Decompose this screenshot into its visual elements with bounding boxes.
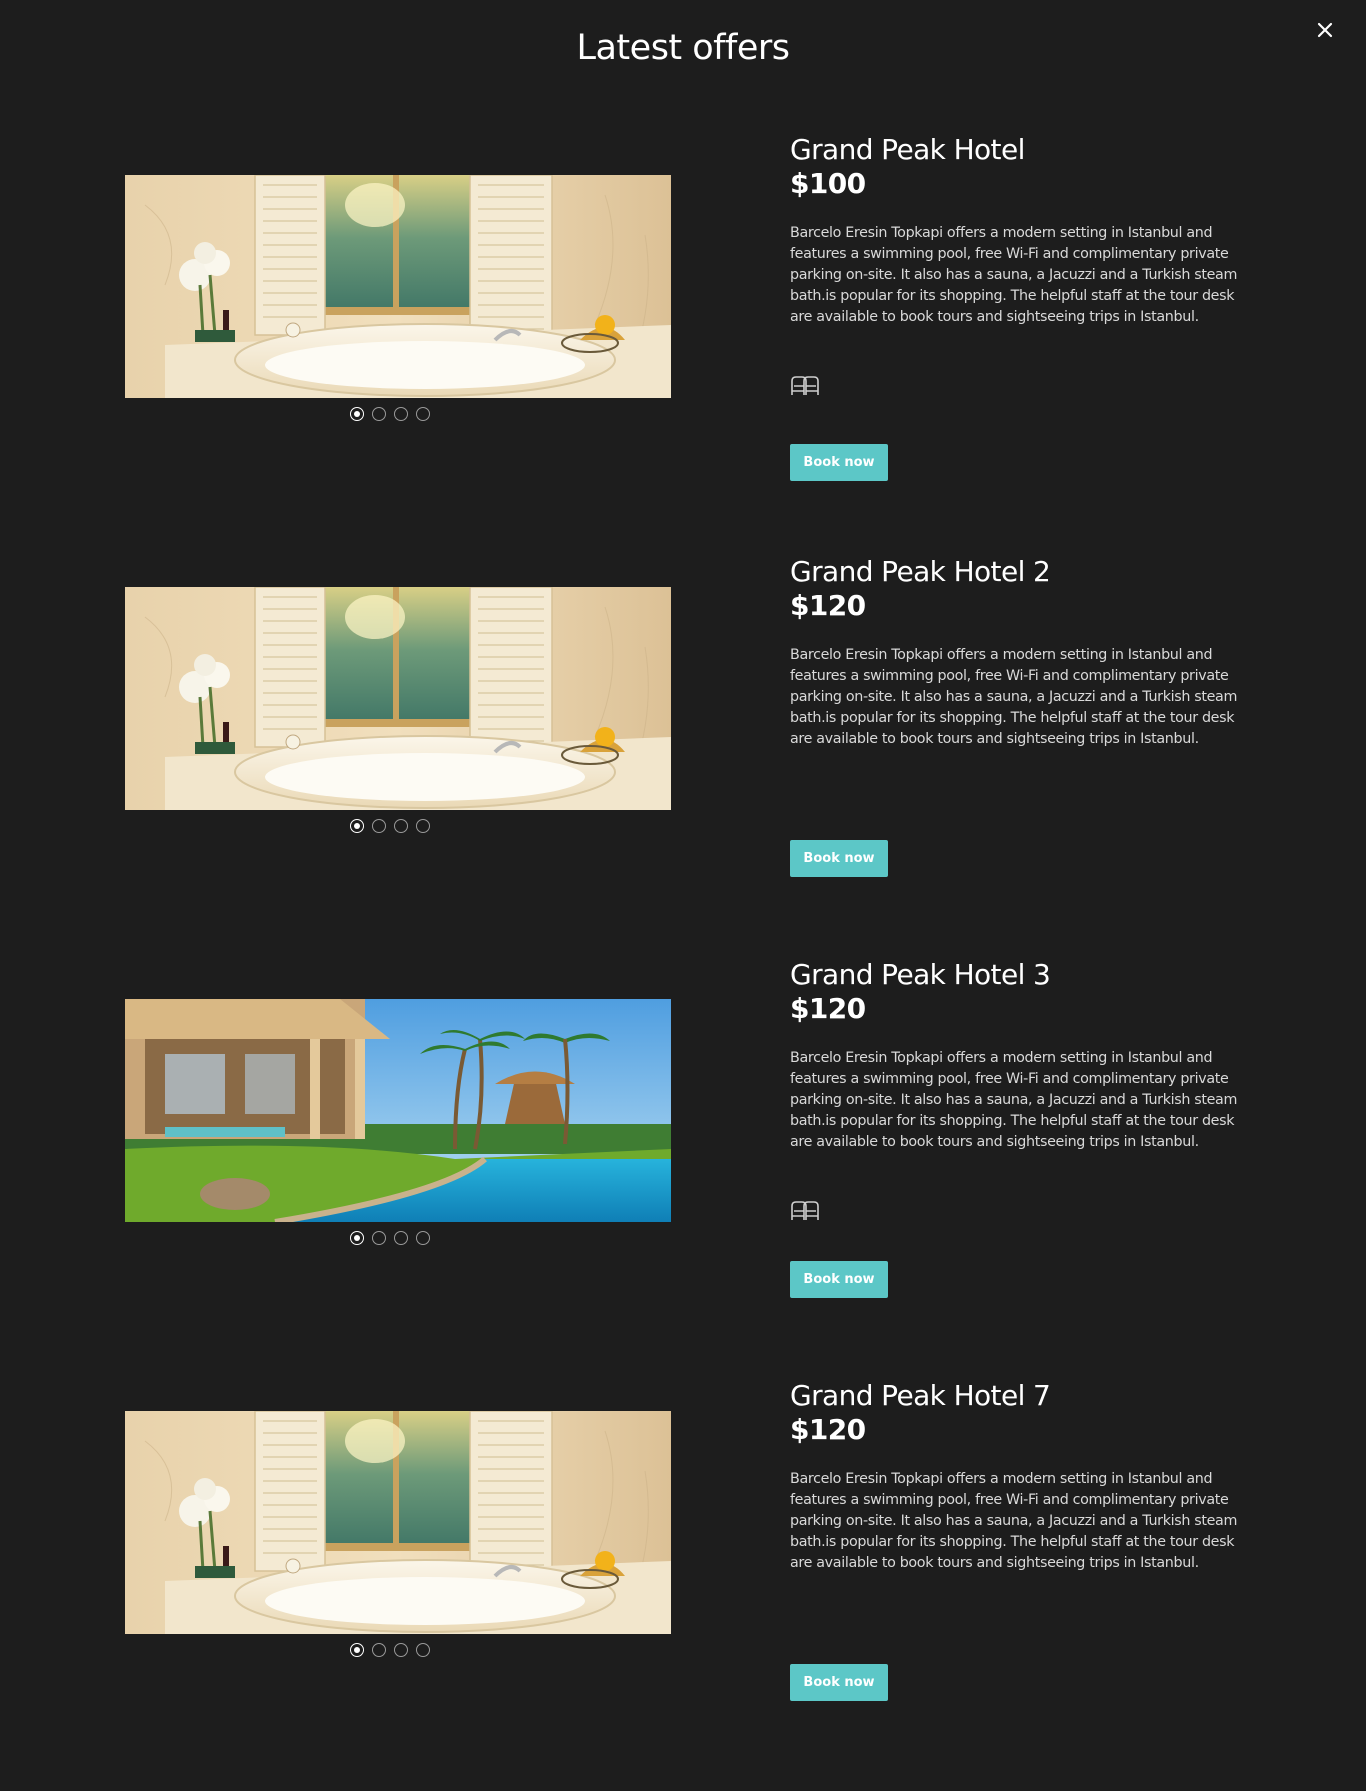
hotel-name: Grand Peak Hotel <box>790 133 1025 166</box>
hotel-description: Barcelo Eresin Topkapi offers a modern s… <box>790 1050 1238 1150</box>
offer-photo-bathroom[interactable] <box>125 587 671 810</box>
page-title: Latest offers <box>576 28 790 68</box>
carousel-dots <box>350 407 430 425</box>
carousel-dots <box>350 819 430 837</box>
carousel-dot[interactable] <box>416 1643 430 1657</box>
offer-photo-bathroom[interactable] <box>125 1411 671 1634</box>
carousel-dot[interactable] <box>350 407 364 421</box>
carousel-dots <box>350 1643 430 1661</box>
twin-beds-icon <box>791 376 819 396</box>
hotel-name: Grand Peak Hotel 3 <box>790 958 1051 991</box>
book-now-button[interactable]: Book now <box>790 1664 888 1701</box>
book-now-button[interactable]: Book now <box>790 840 888 877</box>
hotel-price: $120 <box>790 1413 866 1446</box>
carousel-dot[interactable] <box>394 1231 408 1245</box>
book-now-button[interactable]: Book now <box>790 444 888 481</box>
offer-card: Grand Peak Hotel 7 $120 Barcelo Eresin T… <box>0 1379 1366 1791</box>
carousel-dot[interactable] <box>372 407 386 421</box>
carousel-dot[interactable] <box>350 1643 364 1657</box>
carousel-dot[interactable] <box>416 1231 430 1245</box>
hotel-price: $120 <box>790 992 866 1025</box>
carousel-dot[interactable] <box>372 819 386 833</box>
hotel-price: $100 <box>790 167 866 200</box>
carousel-dot[interactable] <box>372 1231 386 1245</box>
hotel-description: Barcelo Eresin Topkapi offers a modern s… <box>790 647 1238 747</box>
carousel-dot[interactable] <box>350 1231 364 1245</box>
offer-photo-bathroom[interactable] <box>125 175 671 398</box>
carousel-dot[interactable] <box>372 1643 386 1657</box>
offer-photo-villa-pool[interactable] <box>125 999 671 1222</box>
offer-card: Grand Peak Hotel 3 $120 Barcelo Eresin T… <box>0 958 1366 1379</box>
hotel-price: $120 <box>790 589 866 622</box>
twin-beds-icon <box>791 1201 819 1221</box>
carousel-dot[interactable] <box>394 819 408 833</box>
carousel-dots <box>350 1231 430 1249</box>
hotel-description: Barcelo Eresin Topkapi offers a modern s… <box>790 1471 1238 1571</box>
carousel-dot[interactable] <box>350 819 364 833</box>
hotel-name: Grand Peak Hotel 2 <box>790 555 1051 588</box>
offer-card: Grand Peak Hotel 2 $120 Barcelo Eresin T… <box>0 555 1366 967</box>
carousel-dot[interactable] <box>394 407 408 421</box>
carousel-dot[interactable] <box>416 819 430 833</box>
offer-card: Grand Peak Hotel $100 Barcelo Eresin Top… <box>0 133 1366 555</box>
carousel-dot[interactable] <box>394 1643 408 1657</box>
hotel-description: Barcelo Eresin Topkapi offers a modern s… <box>790 225 1238 325</box>
hotel-name: Grand Peak Hotel 7 <box>790 1379 1051 1412</box>
carousel-dot[interactable] <box>416 407 430 421</box>
book-now-button[interactable]: Book now <box>790 1261 888 1298</box>
